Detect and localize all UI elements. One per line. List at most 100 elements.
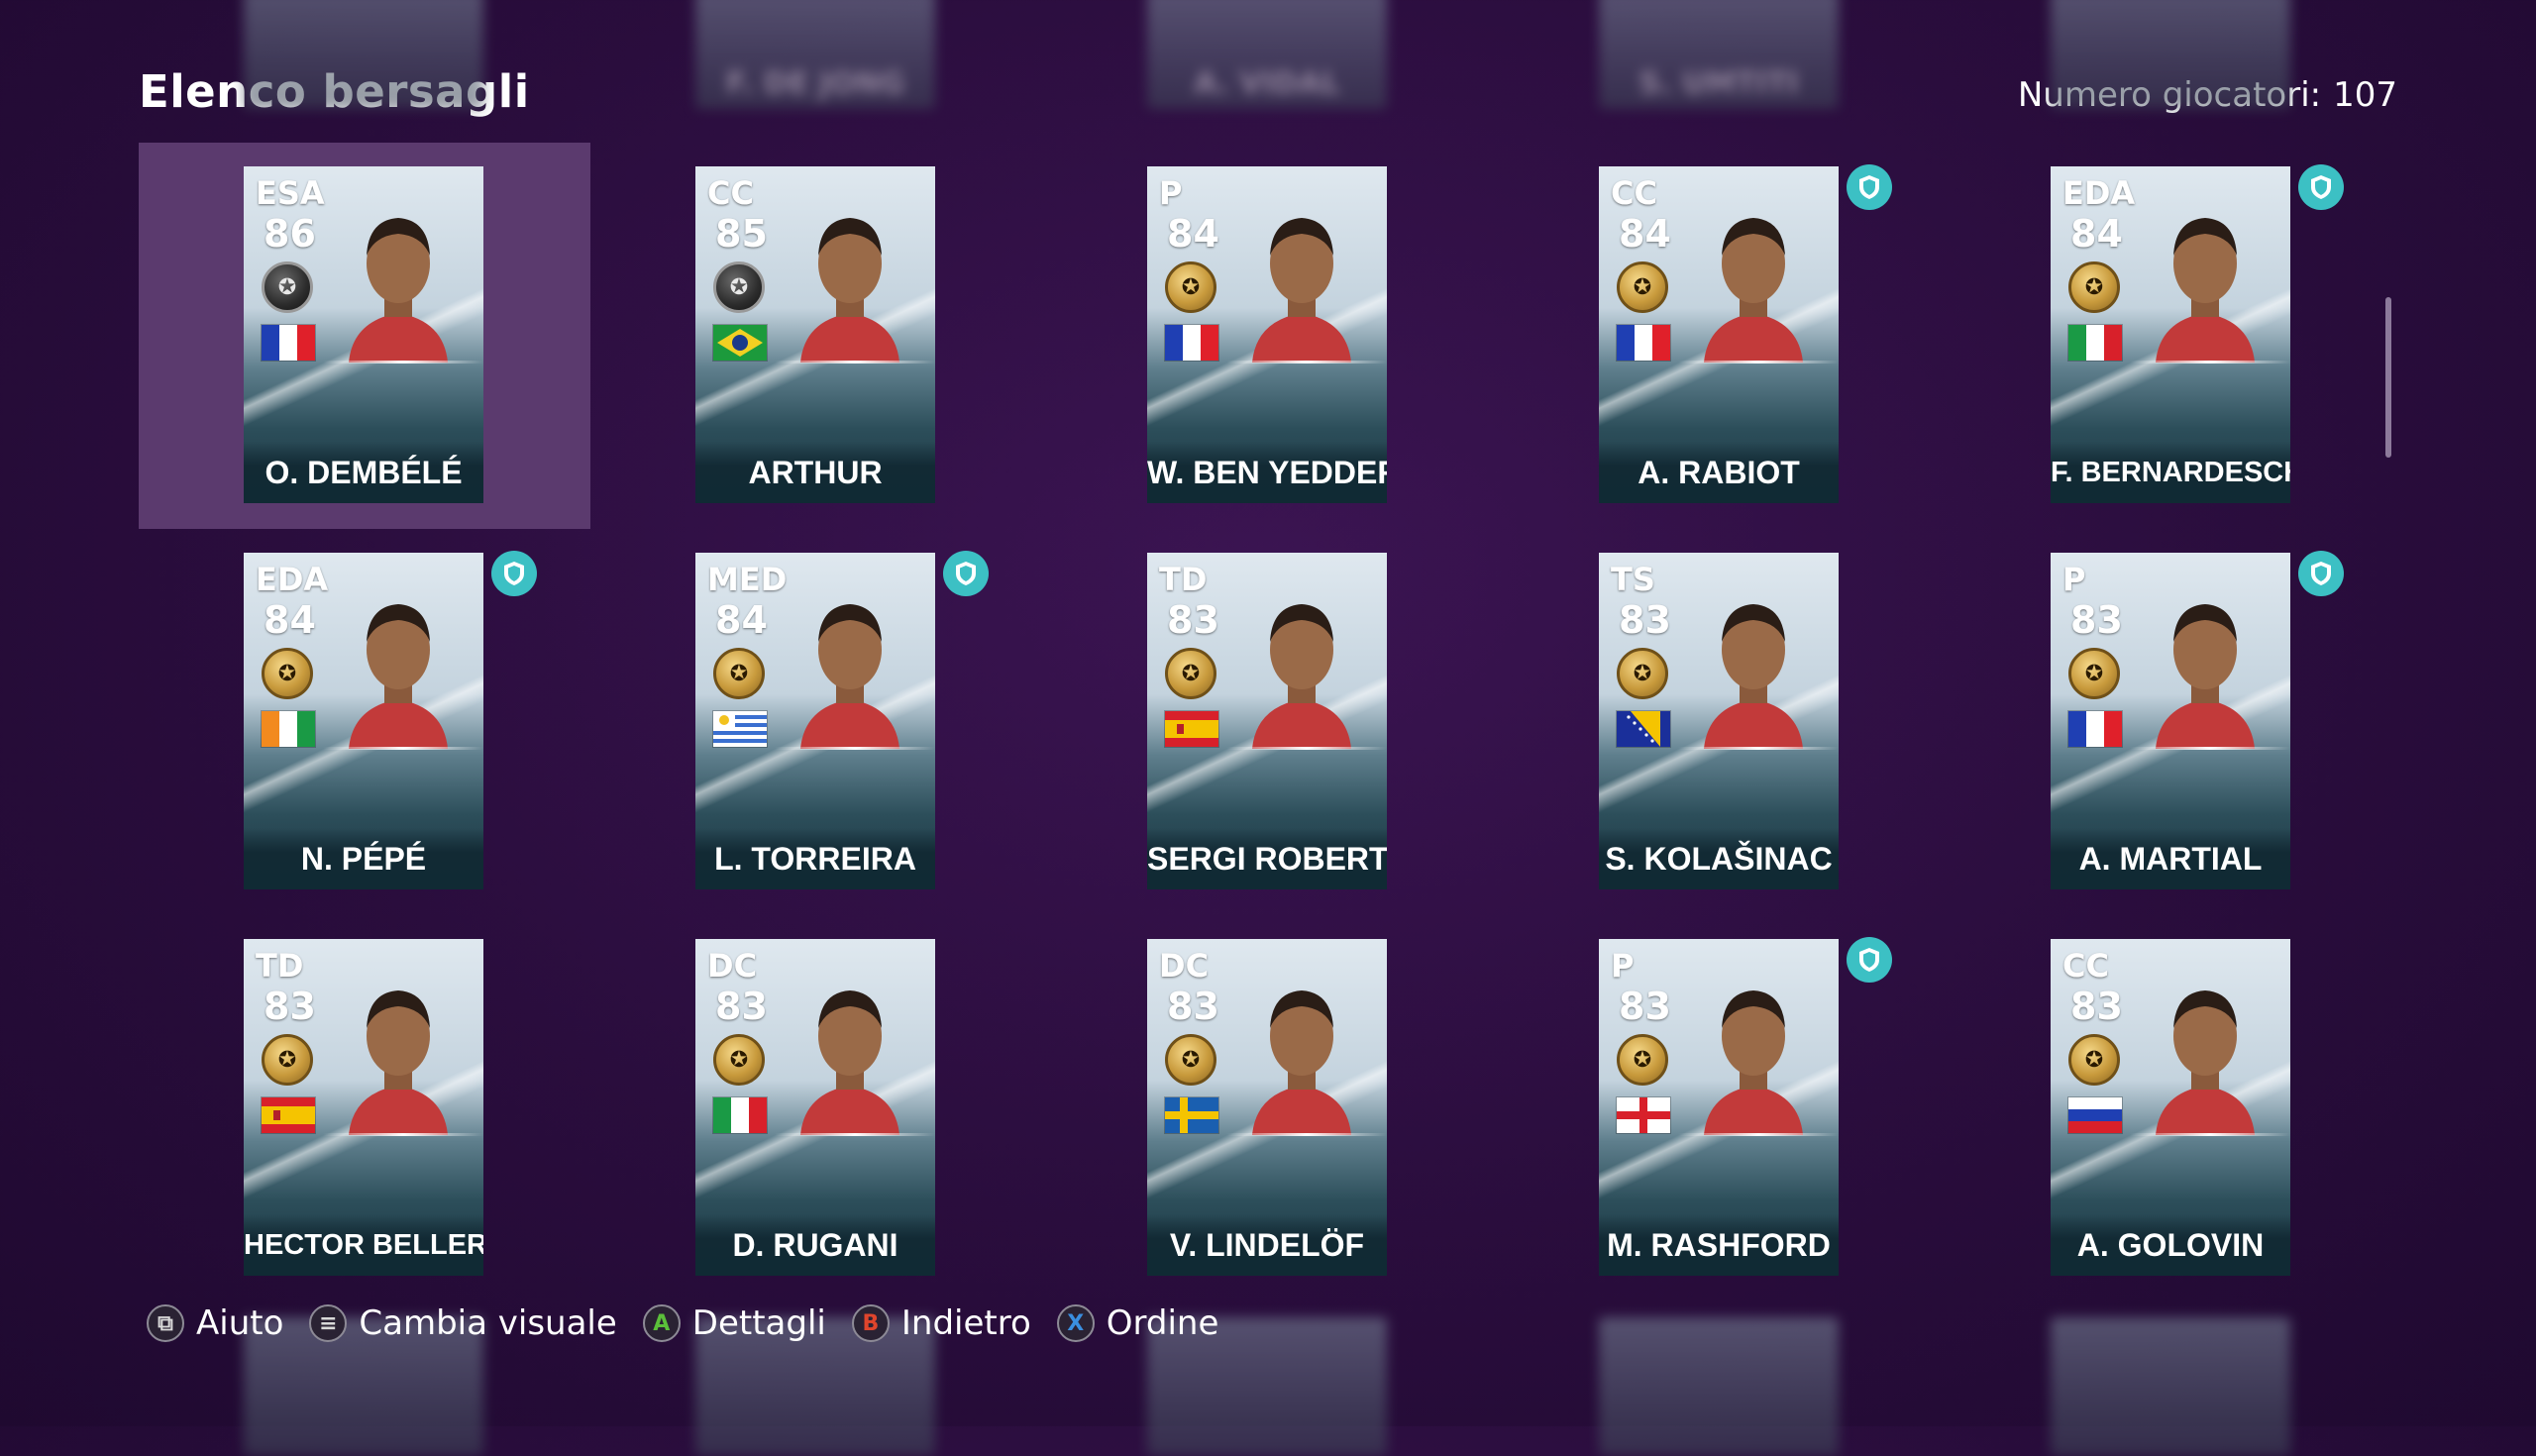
player-position: CC (2062, 947, 2109, 985)
footer-button-label: Dettagli (691, 1303, 826, 1343)
ghost-card-top (244, 0, 483, 109)
player-card-cell[interactable]: CC 83 ✪ A. GOLOVIN (1946, 915, 2397, 1301)
player-portrait (339, 580, 458, 749)
club-medal-icon: ✪ (1617, 648, 1668, 699)
player-card-cell[interactable]: EDA 84 ✪ F. BERNARDESCHI (1946, 143, 2397, 529)
ordine-button[interactable]: X Ordine (1056, 1303, 1219, 1343)
player-card[interactable]: DC 83 ✪ D. RUGANI (695, 939, 935, 1276)
player-position: DC (1159, 947, 1210, 985)
player-position: P (1611, 947, 1635, 985)
card-shine (2130, 1133, 2290, 1136)
card-shine (775, 747, 935, 750)
italy-flag-icon (2068, 325, 2122, 361)
card-shine (1226, 361, 1387, 364)
a-button-icon: A (642, 1304, 681, 1342)
player-card[interactable]: MED 84 ✪ L. TORREIRA (695, 553, 935, 889)
player-portrait (1242, 967, 1361, 1135)
player-card-cell[interactable]: MED 84 ✪ L. TORREIRA (590, 529, 1042, 915)
player-name: O. DEMBÉLÉ (244, 442, 483, 503)
player-card[interactable]: TS 83 ✪ S. KOLAŠINAC (1599, 553, 1839, 889)
player-card-cell[interactable]: CC 84 ✪ A. RABIOT (1494, 143, 1946, 529)
france-flag-icon (2068, 711, 2122, 747)
card-shine (1678, 361, 1839, 364)
player-position: DC (707, 947, 758, 985)
player-name: L. TORREIRA (695, 828, 935, 889)
player-card[interactable]: DC 83 ✪ V. LINDELÖF (1147, 939, 1387, 1276)
player-rating: 83 (1619, 598, 1671, 642)
player-portrait (339, 967, 458, 1135)
card-shine (775, 361, 935, 364)
player-card-cell[interactable]: TD 83 ✪ SERGI ROBERTO (1042, 529, 1494, 915)
footer-button-bar: ⧉ Aiuto ≡ Cambia visuale A Dettagli B Indietro X… (147, 1303, 1218, 1343)
player-card-cell[interactable]: P 84 ✪ W. BEN YEDDER (1042, 143, 1494, 529)
club-medal-icon: ✪ (262, 1034, 313, 1086)
card-shine (2130, 747, 2290, 750)
player-position: P (2062, 561, 2086, 598)
france-flag-icon (1617, 325, 1670, 361)
player-card[interactable]: CC 83 ✪ A. GOLOVIN (2051, 939, 2290, 1276)
player-card-cell[interactable]: TS 83 ✪ S. KOLAŠINAC (1494, 529, 1946, 915)
player-portrait (791, 194, 909, 363)
player-card-cell[interactable]: CC 85 ✪ ARTHUR (590, 143, 1042, 529)
player-name: W. BEN YEDDER (1147, 442, 1387, 503)
player-rating: 83 (2070, 598, 2123, 642)
player-card-cell[interactable]: TD83 ✪ HECTOR BELLERÍN (139, 915, 590, 1301)
player-card-cell[interactable]: P 83 ✪ M. RASHFORD (1494, 915, 1946, 1301)
ghost-card-bottom (2051, 1317, 2290, 1456)
card-shine (775, 1133, 935, 1136)
player-rating: 84 (1619, 212, 1671, 256)
ghost-card-top: A. VIDAL (1147, 0, 1387, 109)
france-flag-icon (1165, 325, 1218, 361)
player-card[interactable]: EDA 84 ✪ N. PÉPÉ (244, 553, 483, 889)
player-position: TD (256, 947, 304, 985)
aiuto-button[interactable]: ⧉ Aiuto (147, 1303, 283, 1343)
player-card[interactable]: CC 84 ✪ A. RABIOT (1599, 166, 1839, 503)
ghost-card-top: F. DE JONG (695, 0, 935, 109)
cambia-visuale-button[interactable]: ≡ Cambia visuale (309, 1303, 617, 1343)
brazil-flag-icon (713, 325, 767, 361)
player-card[interactable]: TD83 ✪ HECTOR BELLERÍN (244, 939, 483, 1276)
club-medal-icon: ✪ (1165, 261, 1216, 313)
player-rating: 86 (264, 212, 316, 256)
player-card-cell[interactable]: EDA 84 ✪ N. PÉPÉ (139, 529, 590, 915)
footer-button-label: Ordine (1106, 1303, 1219, 1343)
footer-button-label: Cambia visuale (359, 1303, 617, 1343)
card-shine (1678, 1133, 1839, 1136)
player-card-cell[interactable]: DC 83 ✪ D. RUGANI (590, 915, 1042, 1301)
england-flag-icon (1617, 1097, 1670, 1133)
player-count-value: 107 (2333, 75, 2397, 115)
options-icon: ≡ (309, 1304, 348, 1342)
player-card[interactable]: CC 85 ✪ ARTHUR (695, 166, 935, 503)
ghost-card-top (2051, 0, 2290, 109)
player-portrait (2146, 967, 2265, 1135)
player-card[interactable]: ESA 86 ✪ O. DEMBÉLÉ (244, 166, 483, 503)
b-button-icon: B (851, 1304, 890, 1342)
spain-flag-icon (1165, 711, 1218, 747)
player-rating: 84 (2070, 212, 2123, 256)
player-card-cell[interactable]: ESA 86 ✪ O. DEMBÉLÉ (139, 143, 590, 529)
card-shine (2130, 361, 2290, 364)
player-card[interactable]: P 83 ✪ A. MARTIAL (2051, 553, 2290, 889)
club-medal-icon: ✪ (2068, 261, 2120, 313)
card-shine (1226, 747, 1387, 750)
player-rating: 84 (1167, 212, 1219, 256)
x-button-icon: X (1056, 1304, 1095, 1342)
player-rating: 84 (715, 598, 768, 642)
player-position: TS (1611, 561, 1655, 598)
player-name: N. PÉPÉ (244, 828, 483, 889)
player-portrait (791, 580, 909, 749)
sweden-flag-icon (1165, 1097, 1218, 1133)
indietro-button[interactable]: B Indietro (851, 1303, 1031, 1343)
card-shine (323, 361, 483, 364)
player-card[interactable]: TD 83 ✪ SERGI ROBERTO (1147, 553, 1387, 889)
player-rating: 83 (1167, 598, 1219, 642)
player-portrait (2146, 580, 2265, 749)
player-card[interactable]: EDA 84 ✪ F. BERNARDESCHI (2051, 166, 2290, 503)
player-card[interactable]: P 83 ✪ M. RASHFORD (1599, 939, 1839, 1276)
player-card-cell[interactable]: DC 83 ✪ V. LINDELÖF (1042, 915, 1494, 1301)
scrollbar[interactable] (2385, 297, 2391, 458)
player-card-cell[interactable]: P 83 ✪ A. MARTIAL (1946, 529, 2397, 915)
dettagli-button[interactable]: A Dettagli (642, 1303, 826, 1343)
player-name: D. RUGANI (695, 1214, 935, 1276)
player-card[interactable]: P 84 ✪ W. BEN YEDDER (1147, 166, 1387, 503)
